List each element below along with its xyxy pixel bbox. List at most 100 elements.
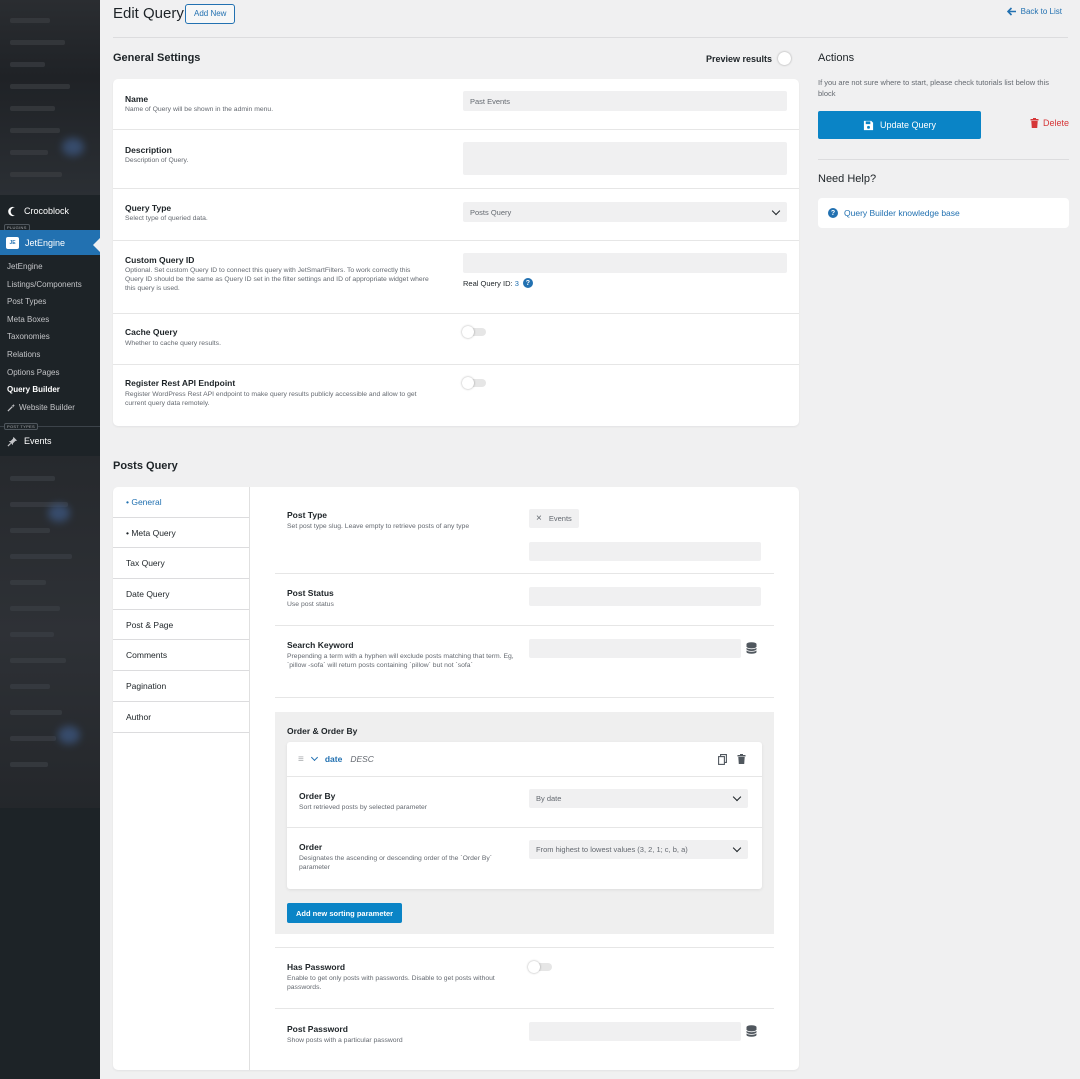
tab-author[interactable]: Author <box>113 702 249 733</box>
add-sorting-parameter-button[interactable]: Add new sorting parameter <box>287 903 403 923</box>
real-query-id-value: 3 <box>514 278 519 288</box>
database-icon[interactable] <box>746 1025 757 1037</box>
submenu-item-label: Website Builder <box>19 402 75 412</box>
field-label: Description <box>125 145 172 155</box>
sidebar-item-label: Events <box>24 436 52 446</box>
field-row-description: Description Description of Query. <box>113 130 799 189</box>
field-desc: Use post status <box>287 601 334 608</box>
sidebar-item-events[interactable]: Events <box>0 428 100 454</box>
submenu-item-post-types[interactable]: Post Types <box>0 293 100 311</box>
knowledge-base-link[interactable]: ? Query Builder knowledge base <box>818 198 1069 228</box>
submenu-item-relations[interactable]: Relations <box>0 346 100 364</box>
sorting-item-name: date <box>324 754 343 764</box>
posts-query-card: • General • Meta Query Tax Query Date Qu… <box>113 487 799 1070</box>
preview-results-toggle[interactable]: Preview results <box>706 52 792 65</box>
order-orderby-section: Order & Order By ≡ date DESC Order By So… <box>275 712 774 934</box>
sidebar-item-jetengine[interactable]: JE JetEngine <box>0 230 100 255</box>
submenu-item-taxonomies[interactable]: Taxonomies <box>0 328 100 346</box>
copy-icon[interactable] <box>718 754 727 765</box>
custom-query-id-input[interactable] <box>463 253 787 273</box>
general-settings-title: General Settings <box>113 52 201 64</box>
post-status-input[interactable] <box>529 587 761 606</box>
pin-icon <box>6 435 18 447</box>
query-type-select[interactable]: Posts Query <box>463 202 787 222</box>
preview-switch-knob[interactable] <box>778 52 792 65</box>
chevron-down-icon <box>732 843 742 853</box>
need-help-title: Need Help? <box>818 173 877 185</box>
field-label: Custom Query ID <box>125 255 195 265</box>
submenu-item-website-builder[interactable]: Website Builder <box>0 399 100 417</box>
blurred-menu-top <box>0 0 100 195</box>
select-value: By date <box>536 794 562 803</box>
field-desc: Enable to get only posts with passwords.… <box>287 975 495 992</box>
field-desc: Register WordPress Rest API endpoint to … <box>125 391 417 408</box>
field-row-post-type: Post Type Set post type slug. Leave empt… <box>275 487 774 574</box>
field-label: Register Rest API Endpoint <box>125 378 236 388</box>
preview-label: Preview results <box>706 53 773 64</box>
field-label: Name <box>125 94 149 104</box>
chevron-down-icon <box>771 206 781 215</box>
sorting-item: ≡ date DESC Order By Sort retrieved post… <box>287 742 762 889</box>
real-query-id: Real Query ID: 3 ? <box>463 278 533 288</box>
chevron-down-icon[interactable] <box>310 753 318 762</box>
rest-api-toggle[interactable] <box>462 377 486 389</box>
field-row-search-keyword: Search Keyword Prepending a term with a … <box>275 626 774 698</box>
sorting-item-direction: DESC <box>350 754 374 764</box>
tab-meta-query[interactable]: • Meta Query <box>113 518 249 549</box>
field-desc: Designates the ascending or descending o… <box>299 855 493 872</box>
post-type-chip[interactable]: × Events <box>529 509 579 528</box>
field-desc: Select type of queried data. <box>125 215 208 222</box>
database-icon[interactable] <box>746 642 757 654</box>
description-textarea[interactable] <box>463 142 787 175</box>
delete-button[interactable]: Delete <box>1030 118 1069 128</box>
tab-pagination[interactable]: Pagination <box>113 671 249 702</box>
tab-tax-query[interactable]: Tax Query <box>113 548 249 580</box>
remove-x-icon[interactable]: × <box>536 513 542 524</box>
field-label: Post Status <box>287 588 334 598</box>
search-keyword-input[interactable] <box>529 639 741 658</box>
order-select[interactable]: From highest to lowest values (3, 2, 1; … <box>529 840 748 859</box>
post-type-input[interactable] <box>529 542 761 561</box>
order-section-title: Order & Order By <box>287 726 358 736</box>
field-row-order-by: Order By Sort retrieved posts by selecte… <box>287 777 762 828</box>
add-new-button[interactable]: Add New <box>185 4 236 24</box>
submenu-item-query-builder[interactable]: Query Builder <box>0 381 100 399</box>
field-row-custom-query-id: Custom Query ID Optional. Set custom Que… <box>113 241 799 314</box>
name-input[interactable]: Past Events <box>463 91 787 111</box>
field-row-query-type: Query Type Select type of queried data. … <box>113 189 799 241</box>
cache-query-toggle[interactable] <box>462 326 486 338</box>
has-password-toggle[interactable] <box>528 961 552 973</box>
field-label: Query Type <box>125 203 172 213</box>
help-icon[interactable]: ? <box>522 278 533 288</box>
field-row-post-status: Post Status Use post status <box>275 574 774 626</box>
submenu-item-listings[interactable]: Listings/Components <box>0 276 100 294</box>
field-label: Search Keyword <box>287 640 354 650</box>
field-desc: Prepending a term with a hyphen will exc… <box>287 653 514 670</box>
field-desc: Sort retrieved posts by selected paramet… <box>299 804 428 811</box>
arrow-left-icon <box>1006 7 1016 16</box>
submenu-item-meta-boxes[interactable]: Meta Boxes <box>0 311 100 329</box>
update-query-button[interactable]: Update Query <box>818 111 981 139</box>
tab-general[interactable]: • General <box>113 487 249 518</box>
select-value: Posts Query <box>470 207 512 217</box>
order-by-select[interactable]: By date <box>529 789 748 808</box>
field-desc: Whether to cache query results. <box>125 340 221 347</box>
post-password-input[interactable] <box>529 1022 741 1041</box>
field-row-cache: Cache Query Whether to cache query resul… <box>113 314 799 365</box>
sorting-item-header[interactable]: ≡ date DESC <box>287 742 762 777</box>
drag-handle-icon[interactable]: ≡ <box>298 754 304 765</box>
trash-icon[interactable] <box>737 754 746 764</box>
submenu-item-jetengine[interactable]: JetEngine <box>0 258 100 276</box>
trash-icon <box>1030 118 1039 128</box>
back-to-list-link[interactable]: Back to List <box>1006 7 1062 16</box>
sidebar-item-crocoblock[interactable]: Crocoblock <box>0 196 100 226</box>
submenu-item-options-pages[interactable]: Options Pages <box>0 364 100 382</box>
jetengine-submenu: JetEngine Listings/Components Post Types… <box>0 258 100 416</box>
tab-date-query[interactable]: Date Query <box>113 579 249 610</box>
tab-post-page[interactable]: Post & Page <box>113 610 249 641</box>
posts-query-tabs: • General • Meta Query Tax Query Date Qu… <box>113 487 250 1070</box>
crocoblock-icon <box>6 205 18 217</box>
tab-comments[interactable]: Comments <box>113 640 249 672</box>
back-label: Back to List <box>1020 7 1062 16</box>
sidebar-item-label: Crocoblock <box>24 206 70 216</box>
